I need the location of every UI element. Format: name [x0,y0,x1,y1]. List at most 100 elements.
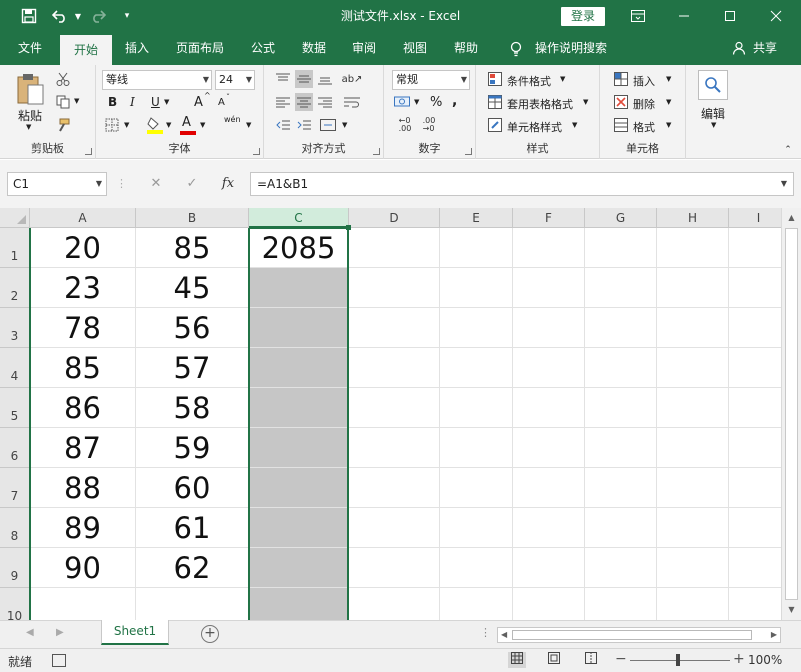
zoom-slider-knob[interactable] [676,654,680,666]
scroll-right-icon[interactable]: ▶ [771,628,777,642]
copy-icon[interactable] [54,93,72,111]
cell-c7[interactable] [249,468,349,508]
cell-g5[interactable] [585,388,657,428]
format-as-table-icon[interactable] [486,93,504,111]
cell-b3[interactable]: 56 [136,308,249,348]
fill-color-dropdown-icon[interactable]: ▼ [166,121,171,129]
select-all-button[interactable] [0,208,30,228]
cell-a2[interactable]: 23 [30,268,136,308]
lightbulb-icon[interactable] [503,32,529,65]
row-header-10[interactable]: 10 [0,588,30,620]
cell-styles-button[interactable]: 单元格样式 [507,119,562,135]
cancel-formula-button[interactable]: ✕ [144,172,168,196]
cell-b8[interactable]: 61 [136,508,249,548]
tab-home[interactable]: 开始 [60,35,112,65]
close-icon[interactable] [753,0,799,32]
cell-b9[interactable]: 62 [136,548,249,588]
column-header-c[interactable]: C [249,208,349,228]
increase-indent-icon[interactable] [295,116,313,134]
decrease-indent-icon[interactable] [274,116,292,134]
percent-button[interactable]: % [430,95,442,110]
tell-me-search[interactable]: 操作说明搜索 [531,32,611,65]
cell-f1[interactable] [513,228,585,268]
cell-c4[interactable] [249,348,349,388]
cell-a1[interactable]: 20 [30,228,136,268]
cell-d5[interactable] [349,388,440,428]
normal-view-icon[interactable] [508,652,526,668]
cell-c1[interactable]: 2085 [249,228,349,268]
redo-icon[interactable] [86,0,110,32]
cell-e6[interactable] [440,428,513,468]
vertical-scrollbar[interactable]: ▲ ▼ [781,208,801,620]
cell-d9[interactable] [349,548,440,588]
cell-f4[interactable] [513,348,585,388]
font-size-combo[interactable]: 24 ▼ [215,70,255,90]
cell-d1[interactable] [349,228,440,268]
cell-a7[interactable]: 88 [30,468,136,508]
cell-d8[interactable] [349,508,440,548]
delete-cells-button[interactable]: 删除 [633,96,655,112]
cell-f8[interactable] [513,508,585,548]
cell-i4[interactable] [729,348,781,388]
tab-data[interactable]: 数据 [292,32,336,65]
underline-dropdown-icon[interactable]: ▼ [164,98,169,106]
delete-cells-dropdown-icon[interactable]: ▼ [666,98,671,106]
cell-c6[interactable] [249,428,349,468]
undo-icon[interactable] [48,0,72,32]
cut-icon[interactable] [54,70,72,88]
merge-dropdown-icon[interactable]: ▼ [342,121,347,129]
insert-cells-dropdown-icon[interactable]: ▼ [666,75,671,83]
cell-b7[interactable]: 60 [136,468,249,508]
cell-a9[interactable]: 90 [30,548,136,588]
font-color-dropdown-icon[interactable]: ▼ [200,121,205,129]
row-header-1[interactable]: 1 [0,228,30,268]
editing-dropdown-icon[interactable]: ▼ [711,121,716,129]
paste-dropdown-icon[interactable]: ▼ [26,123,31,131]
cell-h10[interactable] [657,588,729,620]
cell-i3[interactable] [729,308,781,348]
cell-e1[interactable] [440,228,513,268]
cell-d3[interactable] [349,308,440,348]
cell-a3[interactable]: 78 [30,308,136,348]
align-center-icon[interactable] [295,93,313,111]
horizontal-scrollbar[interactable]: ◀ ▶ [497,627,781,643]
column-header-h[interactable]: H [657,208,729,228]
cell-c5[interactable] [249,388,349,428]
zoom-in-icon[interactable]: + [733,651,745,667]
cell-i8[interactable] [729,508,781,548]
currency-dropdown-icon[interactable]: ▼ [414,98,419,106]
number-launcher-icon[interactable] [465,148,472,155]
maximize-icon[interactable] [707,0,753,32]
wrap-text-icon[interactable] [342,93,362,111]
cell-d10[interactable] [349,588,440,620]
zoom-level[interactable]: 100% [748,653,782,667]
row-header-6[interactable]: 6 [0,428,30,468]
tab-insert[interactable]: 插入 [115,32,159,65]
align-middle-icon[interactable] [295,70,313,88]
column-header-a[interactable]: A [30,208,136,228]
cell-a6[interactable]: 87 [30,428,136,468]
borders-dropdown-icon[interactable]: ▼ [124,121,129,129]
conditional-formatting-button[interactable]: 条件格式 [507,73,551,89]
format-painter-icon[interactable] [54,116,72,134]
cell-h2[interactable] [657,268,729,308]
name-box[interactable]: C1 ▼ [7,172,107,196]
insert-cells-icon[interactable] [612,70,630,88]
page-layout-view-icon[interactable] [545,652,563,668]
column-header-d[interactable]: D [349,208,440,228]
save-icon[interactable] [14,0,44,32]
worksheet-grid[interactable]: A B C D E F G H I 1 20 85 2085 2 23 45 3 78 56 4 85 57 5 86 58 6 8… [0,208,781,620]
borders-icon[interactable] [104,117,120,133]
collapse-ribbon-icon[interactable]: ⌃ [782,145,794,155]
orientation-icon[interactable]: ab↗ [342,70,363,88]
shrink-font-button[interactable]: A [218,97,225,108]
cell-i5[interactable] [729,388,781,428]
login-button[interactable]: 登录 [561,7,605,26]
cell-styles-icon[interactable] [486,116,504,134]
format-cells-dropdown-icon[interactable]: ▼ [666,121,671,129]
cell-h7[interactable] [657,468,729,508]
tab-file[interactable]: 文件 [8,32,52,65]
italic-button[interactable]: I [130,95,135,109]
cell-h5[interactable] [657,388,729,428]
cell-h4[interactable] [657,348,729,388]
